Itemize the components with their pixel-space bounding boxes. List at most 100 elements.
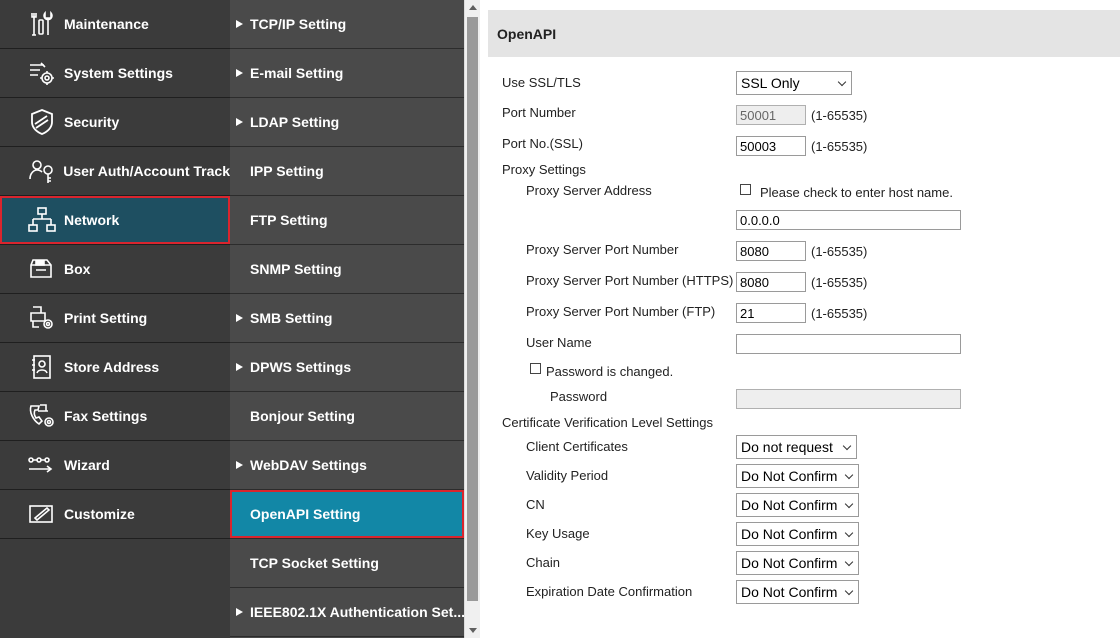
client-certificates-value: Do not request bbox=[741, 439, 833, 455]
proxy-port-https-input[interactable] bbox=[736, 272, 806, 292]
chevron-down-icon bbox=[837, 77, 847, 87]
shield-icon bbox=[22, 107, 62, 137]
port-number-input[interactable] bbox=[736, 105, 806, 125]
submenu-item-bonjour[interactable]: Bonjour Setting bbox=[230, 392, 464, 441]
submenu-item-webdav[interactable]: WebDAV Settings bbox=[230, 441, 464, 490]
sidebar-item-label: Network bbox=[64, 212, 120, 228]
password-input[interactable] bbox=[736, 389, 961, 409]
sidebar-item-label: Print Setting bbox=[64, 310, 148, 326]
sidebar-item-label: Wizard bbox=[64, 457, 110, 473]
proxy-port-label: Proxy Server Port Number bbox=[526, 242, 679, 257]
submenu-item-label: DPWS Settings bbox=[250, 359, 352, 375]
key-usage-select[interactable]: Do Not Confirm bbox=[736, 522, 859, 546]
user-key-icon bbox=[22, 156, 61, 186]
sidebar-item-box[interactable]: Box bbox=[0, 245, 230, 294]
submenu-item-smb[interactable]: SMB Setting bbox=[230, 294, 464, 343]
address-book-icon bbox=[22, 352, 62, 382]
page-title: OpenAPI bbox=[497, 25, 557, 42]
cn-select[interactable]: Do Not Confirm bbox=[736, 493, 859, 517]
sidebar-item-label: Fax Settings bbox=[64, 408, 148, 424]
sidebar-item-label: User Auth/Account Track bbox=[63, 163, 230, 179]
sidebar-item-store-address[interactable]: Store Address bbox=[0, 343, 230, 392]
expand-arrow-icon bbox=[236, 69, 243, 77]
chain-label: Chain bbox=[526, 555, 560, 570]
network-submenu: TCP/IP Setting E-mail Setting LDAP Setti… bbox=[230, 0, 464, 638]
client-certificates-select[interactable]: Do not request bbox=[736, 435, 857, 459]
sidebar-item-label: Store Address bbox=[64, 359, 160, 375]
submenu-item-snmp[interactable]: SNMP Setting bbox=[230, 245, 464, 294]
submenu-scrollbar[interactable] bbox=[464, 0, 480, 638]
submenu-item-label: WebDAV Settings bbox=[250, 457, 367, 473]
submenu-item-openapi[interactable]: OpenAPI Setting bbox=[230, 490, 464, 539]
box-icon bbox=[22, 254, 62, 284]
expiration-date-value: Do Not Confirm bbox=[741, 584, 838, 600]
sidebar-item-user-auth[interactable]: User Auth/Account Track bbox=[0, 147, 230, 196]
chevron-down-icon bbox=[842, 441, 852, 451]
scroll-down-arrow-icon[interactable] bbox=[469, 628, 477, 633]
submenu-item-label: SMB Setting bbox=[250, 310, 333, 326]
key-usage-label: Key Usage bbox=[526, 526, 590, 541]
page-title-bar: OpenAPI bbox=[488, 10, 1120, 57]
sidebar-item-customize[interactable]: Customize bbox=[0, 490, 230, 539]
proxy-address-input[interactable] bbox=[736, 210, 961, 230]
submenu-item-label: FTP Setting bbox=[250, 212, 328, 228]
sidebar-item-label: Security bbox=[64, 114, 120, 130]
expand-arrow-icon bbox=[236, 461, 243, 469]
network-icon bbox=[22, 205, 62, 235]
expand-arrow-icon bbox=[236, 608, 243, 616]
submenu-item-ftp[interactable]: FTP Setting bbox=[230, 196, 464, 245]
submenu-item-tcp-socket[interactable]: TCP Socket Setting bbox=[230, 539, 464, 588]
submenu-item-ieee8021x[interactable]: IEEE802.1X Authentication Set... bbox=[230, 588, 464, 637]
submenu-item-ldap[interactable]: LDAP Setting bbox=[230, 98, 464, 147]
submenu-item-label: TCP Socket Setting bbox=[250, 555, 379, 571]
hostname-checkbox-label: Please check to enter host name. bbox=[760, 185, 953, 200]
proxy-port-https-range: (1-65535) bbox=[811, 275, 868, 290]
proxy-port-ftp-input[interactable] bbox=[736, 303, 806, 323]
submenu-item-email[interactable]: E-mail Setting bbox=[230, 49, 464, 98]
username-label: User Name bbox=[526, 335, 592, 350]
port-ssl-label: Port No.(SSL) bbox=[502, 136, 583, 151]
password-changed-checkbox[interactable] bbox=[530, 363, 541, 374]
submenu-item-label: IEEE802.1X Authentication Set... bbox=[250, 604, 464, 620]
sidebar-item-fax-settings[interactable]: Fax Settings bbox=[0, 392, 230, 441]
sidebar-item-print-setting[interactable]: Print Setting bbox=[0, 294, 230, 343]
submenu-item-ipp[interactable]: IPP Setting bbox=[230, 147, 464, 196]
validity-period-value: Do Not Confirm bbox=[741, 468, 838, 484]
scroll-up-arrow-icon[interactable] bbox=[469, 5, 477, 10]
sidebar-item-network[interactable]: Network bbox=[0, 196, 230, 245]
password-label: Password bbox=[550, 389, 608, 404]
use-ssl-select[interactable]: SSL Only bbox=[736, 71, 852, 95]
fax-settings-icon bbox=[22, 401, 62, 431]
scrollbar-thumb[interactable] bbox=[467, 17, 478, 601]
proxy-port-input[interactable] bbox=[736, 241, 806, 261]
validity-period-select[interactable]: Do Not Confirm bbox=[736, 464, 859, 488]
sidebar-item-wizard[interactable]: Wizard bbox=[0, 441, 230, 490]
password-changed-label: Password is changed. bbox=[546, 364, 674, 379]
proxy-port-ftp-range: (1-65535) bbox=[811, 306, 868, 321]
wizard-icon bbox=[22, 450, 62, 480]
client-certificates-label: Client Certificates bbox=[526, 439, 628, 454]
port-number-label: Port Number bbox=[502, 105, 576, 120]
port-ssl-input[interactable] bbox=[736, 136, 806, 156]
key-usage-value: Do Not Confirm bbox=[741, 526, 838, 542]
submenu-item-dpws[interactable]: DPWS Settings bbox=[230, 343, 464, 392]
submenu-item-label: E-mail Setting bbox=[250, 65, 344, 81]
use-ssl-value: SSL Only bbox=[741, 75, 800, 91]
expiration-date-select[interactable]: Do Not Confirm bbox=[736, 580, 859, 604]
expand-arrow-icon bbox=[236, 314, 243, 322]
cn-label: CN bbox=[526, 497, 545, 512]
sidebar-item-security[interactable]: Security bbox=[0, 98, 230, 147]
proxy-address-label: Proxy Server Address bbox=[526, 183, 652, 198]
sidebar-item-system-settings[interactable]: System Settings bbox=[0, 49, 230, 98]
chevron-down-icon bbox=[844, 586, 854, 596]
hostname-checkbox[interactable] bbox=[740, 184, 751, 195]
submenu-item-label: IPP Setting bbox=[250, 163, 324, 179]
sidebar-item-maintenance[interactable]: Maintenance bbox=[0, 0, 230, 49]
username-input[interactable] bbox=[736, 334, 961, 354]
submenu-item-label: TCP/IP Setting bbox=[250, 16, 347, 32]
submenu-item-tcpip[interactable]: TCP/IP Setting bbox=[230, 0, 464, 49]
main-sidebar: Maintenance System Settings Security Use… bbox=[0, 0, 230, 638]
chain-select[interactable]: Do Not Confirm bbox=[736, 551, 859, 575]
validity-period-label: Validity Period bbox=[526, 468, 609, 483]
system-settings-gear-icon bbox=[22, 58, 62, 88]
